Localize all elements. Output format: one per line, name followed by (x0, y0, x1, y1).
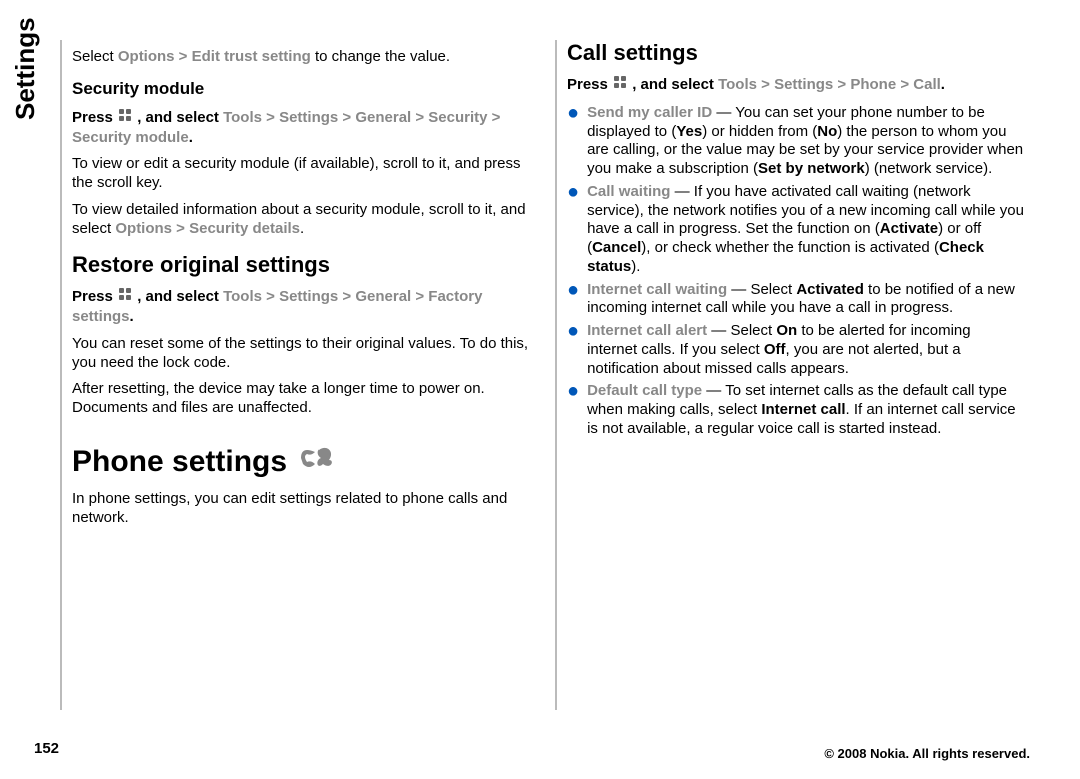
option-label: Default call type (587, 382, 702, 399)
paragraph: Select Options > Edit trust setting to c… (72, 48, 529, 67)
two-column-layout: Select Options > Edit trust setting to c… (60, 40, 1030, 710)
heading-security-module: Security module (72, 79, 529, 99)
list-item: ● Default call type — To set internet ca… (567, 382, 1024, 438)
bullet-icon: ● (567, 382, 587, 438)
paragraph: Press , and select Tools > Settings > Ge… (72, 286, 529, 327)
bullet-icon: ● (567, 183, 587, 277)
option-label: Call waiting (587, 183, 670, 200)
paragraph: After resetting, the device may take a l… (72, 380, 529, 418)
left-column: Select Options > Edit trust setting to c… (60, 40, 535, 710)
list-item: ● Internet call waiting — Select Activat… (567, 281, 1024, 319)
paragraph: To view or edit a security module (if av… (72, 155, 529, 193)
bullet-icon: ● (567, 322, 587, 378)
list-item: ● Internet call alert — Select On to be … (567, 322, 1024, 378)
side-section-label: Settings (10, 17, 41, 120)
bullet-icon: ● (567, 281, 587, 319)
list-item: ● Call waiting — If you have activated c… (567, 183, 1024, 277)
option-label: Internet call waiting (587, 281, 727, 298)
menu-key-icon (117, 286, 133, 308)
paragraph: Press , and select Tools > Settings > Ge… (72, 107, 529, 148)
heading-call-settings: Call settings (567, 40, 1024, 66)
heading-phone-settings: Phone settings (72, 442, 529, 482)
paragraph: Press , and select Tools > Settings > Ph… (567, 74, 1024, 96)
paragraph: You can reset some of the settings to th… (72, 335, 529, 373)
phone-settings-icon (297, 442, 337, 482)
manual-page: Settings Select Options > Edit trust set… (0, 0, 1080, 779)
paragraph: To view detailed information about a sec… (72, 201, 529, 239)
page-number: 152 (34, 740, 59, 757)
copyright-footer: © 2008 Nokia. All rights reserved. (824, 746, 1030, 761)
paragraph: In phone settings, you can edit settings… (72, 490, 529, 528)
nav-path: Options > Edit trust setting (118, 48, 311, 65)
nav-path: Options > Security details (115, 220, 300, 237)
heading-restore: Restore original settings (72, 252, 529, 278)
list-item: ● Send my caller ID — You can set your p… (567, 104, 1024, 179)
bullet-icon: ● (567, 104, 587, 179)
nav-path: Tools > Settings > Phone > Call (718, 76, 941, 93)
right-column: Call settings Press , and select Tools >… (555, 40, 1030, 710)
menu-key-icon (117, 107, 133, 129)
option-label: Internet call alert (587, 322, 707, 339)
option-label: Send my caller ID (587, 104, 712, 121)
menu-key-icon (612, 74, 628, 96)
